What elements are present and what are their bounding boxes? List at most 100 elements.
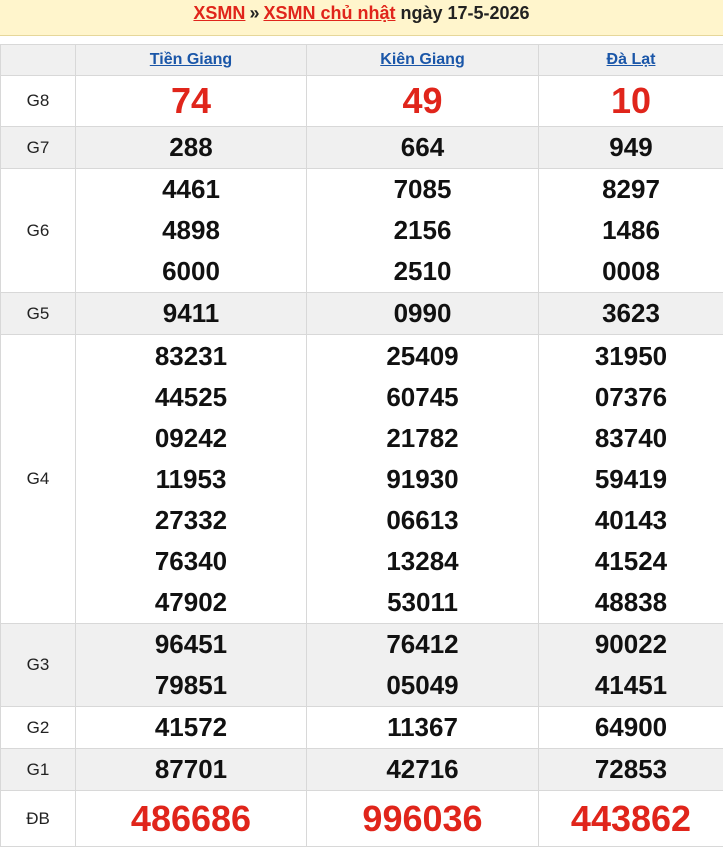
result-number: 47902 [76, 582, 306, 623]
result-number: 72853 [539, 749, 723, 790]
result-number: 486686 [76, 793, 306, 845]
result-cell: 49 [307, 76, 539, 127]
result-number: 25409 [307, 336, 538, 377]
prize-row-g6: G6446148986000708521562510829714860008 [1, 169, 723, 293]
result-number: 05049 [307, 665, 538, 706]
result-number: 87701 [76, 749, 306, 790]
prize-label: G7 [1, 127, 76, 169]
result-cell: 74 [76, 76, 307, 127]
result-number: 27332 [76, 500, 306, 541]
prize-column-header [1, 45, 76, 76]
result-number: 2510 [307, 251, 538, 292]
result-cell: 288 [76, 127, 307, 169]
result-cell: 87701 [76, 749, 307, 791]
province-header-tien-giang[interactable]: Tiền Giang [76, 45, 307, 76]
result-number: 21782 [307, 418, 538, 459]
result-number: 06613 [307, 500, 538, 541]
result-number: 09242 [76, 418, 306, 459]
result-cell: 31950073768374059419401434152448838 [539, 335, 723, 624]
prize-label: G3 [1, 624, 76, 707]
result-cell: 25409607452178291930066131328453011 [307, 335, 539, 624]
result-number: 8297 [539, 169, 723, 210]
result-cell: 664 [307, 127, 539, 169]
result-cell: 72853 [539, 749, 723, 791]
result-cell: 41572 [76, 707, 307, 749]
province-header-kien-giang[interactable]: Kiên Giang [307, 45, 539, 76]
result-number: 41451 [539, 665, 723, 706]
result-number: 1486 [539, 210, 723, 251]
result-number: 64900 [539, 707, 723, 748]
result-cell: 829714860008 [539, 169, 723, 293]
prize-label: G8 [1, 76, 76, 127]
result-number: 48838 [539, 582, 723, 623]
result-number: 996036 [307, 793, 538, 845]
prize-label: G2 [1, 707, 76, 749]
result-number: 49 [307, 77, 538, 125]
result-cell: 9002241451 [539, 624, 723, 707]
result-number: 76340 [76, 541, 306, 582]
result-number: 40143 [539, 500, 723, 541]
prize-row-g8: G8744910 [1, 76, 723, 127]
result-number: 10 [539, 77, 723, 125]
breadcrumb-xsmn-link[interactable]: XSMN [193, 3, 245, 23]
result-number: 949 [539, 127, 723, 168]
result-number: 664 [307, 127, 538, 168]
result-cell: 446148986000 [76, 169, 307, 293]
result-number: 59419 [539, 459, 723, 500]
result-number: 4461 [76, 169, 306, 210]
result-cell: 443862 [539, 791, 723, 847]
result-number: 42716 [307, 749, 538, 790]
prize-row-đb: ĐB486686996036443862 [1, 791, 723, 847]
result-cell: 7641205049 [307, 624, 539, 707]
table-header-row: Tiền Giang Kiên Giang Đà Lạt [1, 45, 723, 76]
result-number: 11953 [76, 459, 306, 500]
prize-row-g4: G483231445250924211953273327634047902254… [1, 335, 723, 624]
result-cell: 996036 [307, 791, 539, 847]
result-number: 07376 [539, 377, 723, 418]
prize-label: ĐB [1, 791, 76, 847]
result-number: 6000 [76, 251, 306, 292]
result-number: 96451 [76, 624, 306, 665]
result-number: 4898 [76, 210, 306, 251]
result-number: 9411 [76, 293, 306, 334]
result-cell: 9645179851 [76, 624, 307, 707]
prize-label: G1 [1, 749, 76, 791]
result-cell: 949 [539, 127, 723, 169]
prize-row-g2: G2415721136764900 [1, 707, 723, 749]
result-cell: 64900 [539, 707, 723, 749]
result-cell: 11367 [307, 707, 539, 749]
draw-date: ngày 17-5-2026 [400, 3, 529, 23]
result-number: 83231 [76, 336, 306, 377]
result-cell: 10 [539, 76, 723, 127]
result-number: 91930 [307, 459, 538, 500]
result-number: 74 [76, 77, 306, 125]
page-title: XSMN»XSMN chủ nhật ngày 17-5-2026 [0, 0, 723, 36]
result-number: 7085 [307, 169, 538, 210]
result-number: 53011 [307, 582, 538, 623]
result-number: 76412 [307, 624, 538, 665]
prize-row-g3: G3964517985176412050499002241451 [1, 624, 723, 707]
result-cell: 42716 [307, 749, 539, 791]
result-cell: 708521562510 [307, 169, 539, 293]
result-cell: 3623 [539, 293, 723, 335]
province-header-da-lat[interactable]: Đà Lạt [539, 45, 723, 76]
prize-label: G4 [1, 335, 76, 624]
results-table: Tiền Giang Kiên Giang Đà Lạt G8744910G72… [0, 44, 723, 847]
result-number: 83740 [539, 418, 723, 459]
result-cell: 83231445250924211953273327634047902 [76, 335, 307, 624]
result-number: 31950 [539, 336, 723, 377]
breadcrumb-separator: » [245, 3, 263, 23]
result-number: 3623 [539, 293, 723, 334]
prize-row-g5: G5941109903623 [1, 293, 723, 335]
result-cell: 0990 [307, 293, 539, 335]
result-number: 90022 [539, 624, 723, 665]
prize-label: G6 [1, 169, 76, 293]
results-body: G8744910G7288664949G64461489860007085215… [1, 76, 723, 847]
breadcrumb-xsmn-sunday-link[interactable]: XSMN chủ nhật [263, 3, 395, 23]
result-number: 11367 [307, 707, 538, 748]
result-cell: 9411 [76, 293, 307, 335]
result-number: 2156 [307, 210, 538, 251]
prize-row-g7: G7288664949 [1, 127, 723, 169]
result-number: 41524 [539, 541, 723, 582]
result-number: 288 [76, 127, 306, 168]
